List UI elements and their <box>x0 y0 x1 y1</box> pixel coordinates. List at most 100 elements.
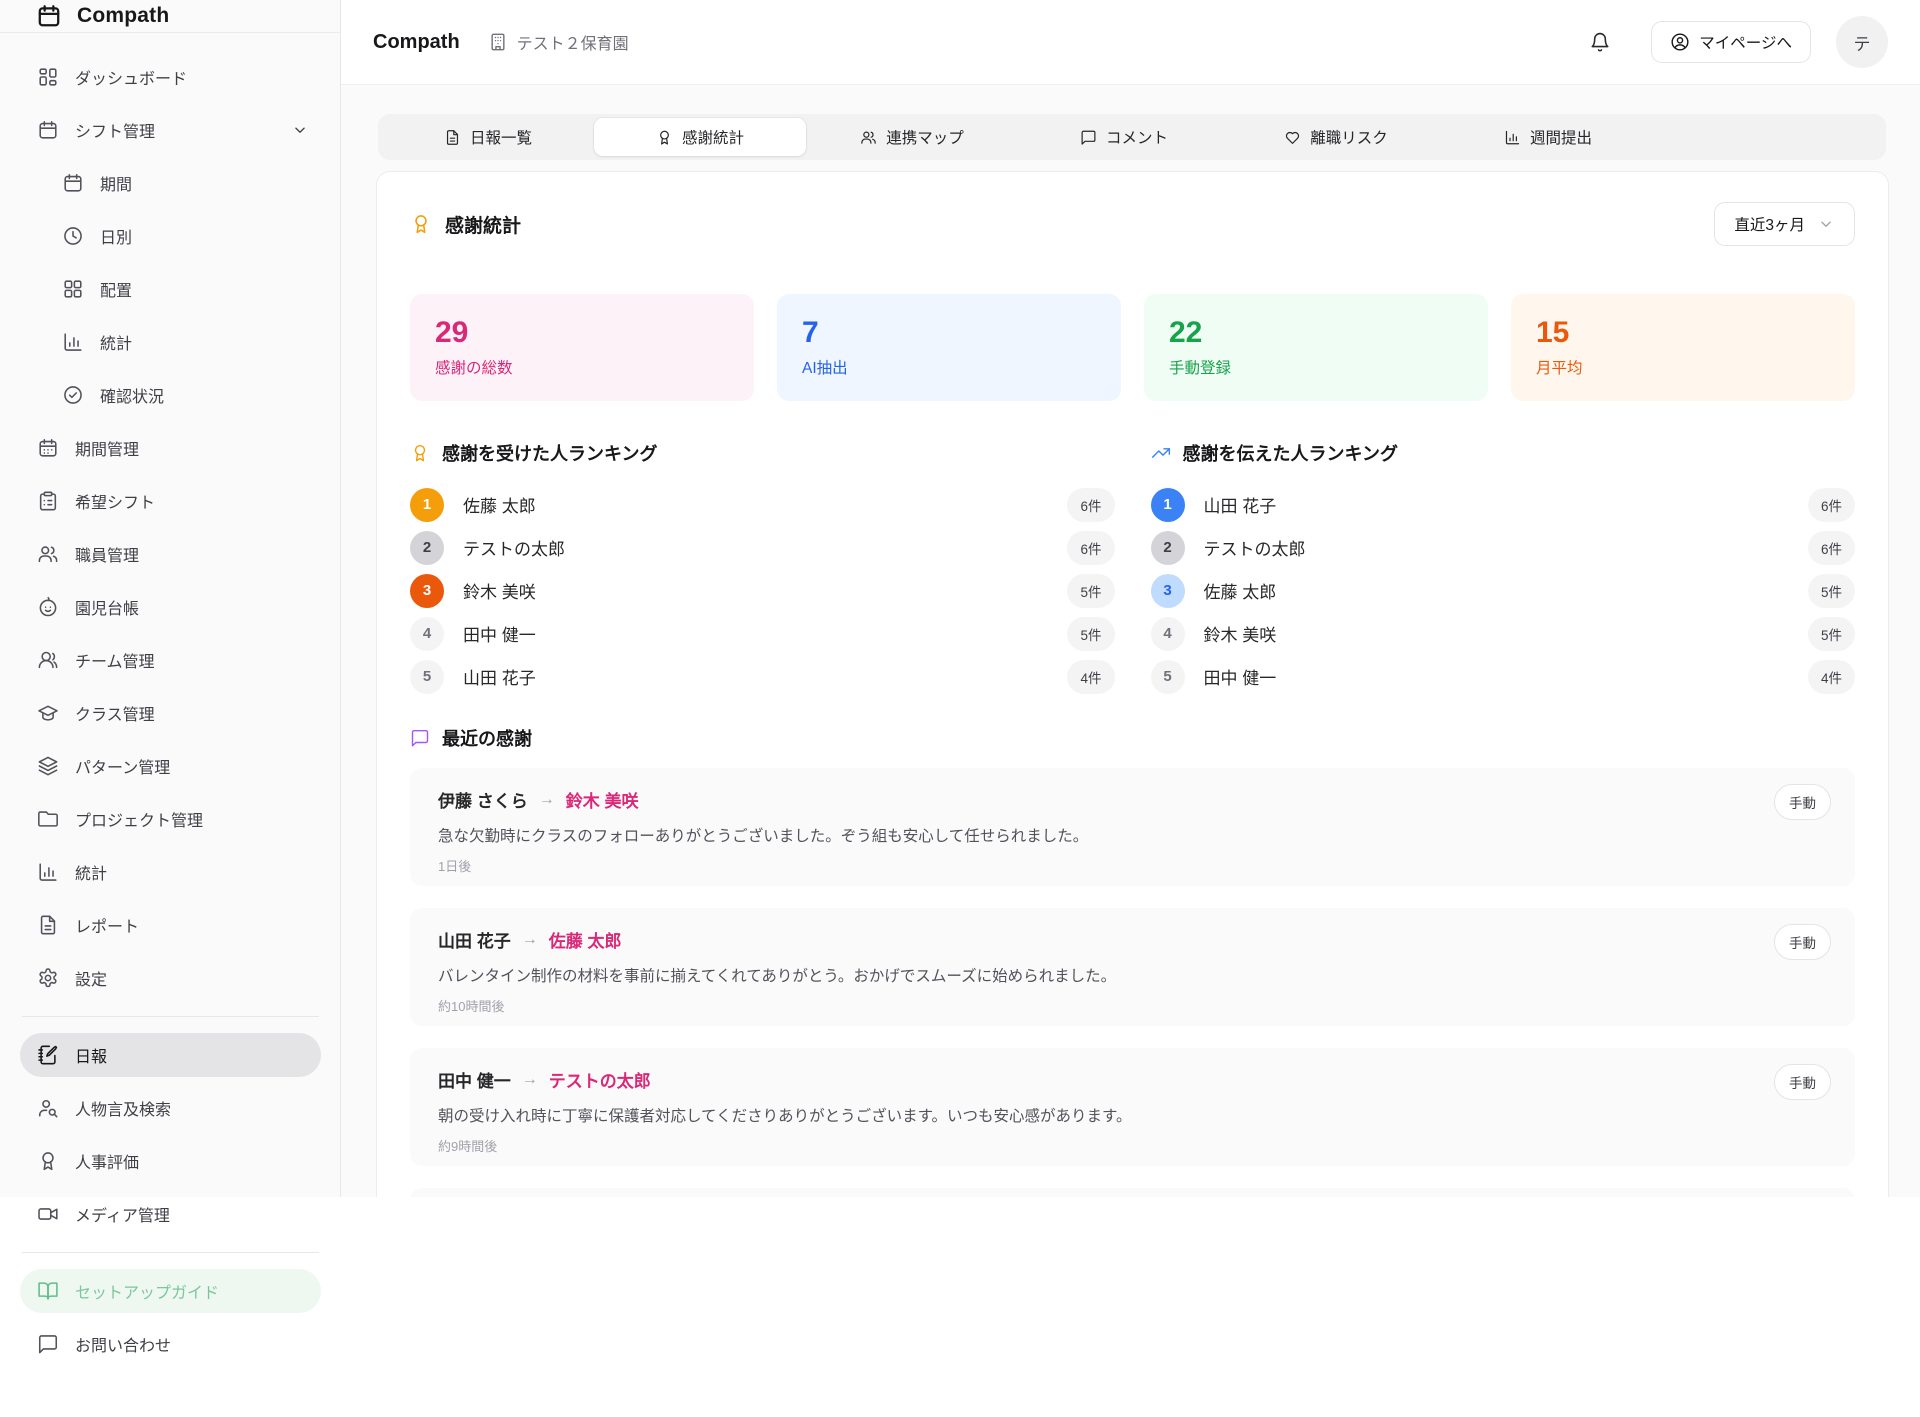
sidebar-item-class-management[interactable]: クラス管理 <box>20 691 321 735</box>
sidebar-item-hr-evaluation[interactable]: 人事評価 <box>20 1139 321 1183</box>
stat-label: AI抽出 <box>802 356 1096 378</box>
users-icon <box>37 543 59 565</box>
tab-label: 離職リスク <box>1310 126 1388 148</box>
stat-value: 29 <box>435 318 729 348</box>
given-ranking-title: 感謝を伝えた人ランキング <box>1183 440 1398 466</box>
rank-count-badge: 5件 <box>1067 574 1114 608</box>
rank-badge: 5 <box>1151 660 1185 694</box>
given-ranking-header: 感謝を伝えた人ランキング <box>1151 441 1856 465</box>
sidebar-item-label: 期間管理 <box>75 436 139 460</box>
rank-badge: 2 <box>410 531 444 565</box>
manual-badge: 手動 <box>1774 924 1831 960</box>
stat-value: 7 <box>802 318 1096 348</box>
stat-card-ai-extracted: 7 AI抽出 <box>777 294 1121 401</box>
tab-weekly-submission[interactable]: 週間提出 <box>1442 118 1654 156</box>
sidebar-item-label: 人物言及検索 <box>75 1096 171 1120</box>
tab-label: 週間提出 <box>1530 126 1592 148</box>
notifications-button[interactable] <box>1589 31 1611 53</box>
sidebar-item-label: 統計 <box>75 860 107 884</box>
sidebar-item-dashboard[interactable]: ダッシュボード <box>20 55 321 99</box>
rank-count-badge: 6件 <box>1808 531 1855 565</box>
sidebar-item-contact[interactable]: お問い合わせ <box>20 1322 321 1366</box>
avatar[interactable]: テ <box>1836 16 1888 68</box>
sidebar-item-staff-management[interactable]: 職員管理 <box>20 532 321 576</box>
sidebar-item-person-mention-search[interactable]: 人物言及検索 <box>20 1086 321 1130</box>
given-ranking-rows: 1山田 花子6件2テストの太郎6件3佐藤 太郎5件4鈴木 美咲5件5田中 健一4… <box>1151 483 1856 698</box>
sidebar-item-project-management[interactable]: プロジェクト管理 <box>20 797 321 841</box>
baby-icon <box>37 596 59 618</box>
gratitude-recipient: 鈴木 美咲 <box>566 787 639 812</box>
sidebar-item-pattern-management[interactable]: パターン管理 <box>20 744 321 788</box>
sidebar-item-label: シフト管理 <box>75 118 155 142</box>
rank-badge: 5 <box>410 660 444 694</box>
sidebar-item-shift-statistics[interactable]: 統計 <box>20 320 321 364</box>
sidebar-item-settings[interactable]: 設定 <box>20 956 321 1000</box>
sidebar-item-label: 日別 <box>100 224 132 248</box>
sidebar-item-period[interactable]: 期間 <box>20 161 321 205</box>
tab-label: 連携マップ <box>886 126 964 148</box>
arrow-right-icon: → <box>539 791 555 809</box>
stat-card-total: 29 感謝の総数 <box>410 294 754 401</box>
sidebar-item-daily[interactable]: 日別 <box>20 214 321 258</box>
sidebar-item-daily-report[interactable]: 日報 <box>20 1033 321 1077</box>
given-rank-row: 1山田 花子6件 <box>1151 483 1856 526</box>
given-rank-row: 5田中 健一4件 <box>1151 655 1856 698</box>
sidebar-item-child-register[interactable]: 園児台帳 <box>20 585 321 629</box>
sidebar-item-media-management[interactable]: メディア管理 <box>20 1192 321 1236</box>
tab-bar: 日報一覧 感謝統計 連携マップ コメント 離職リスク 週間提出 <box>378 114 1886 160</box>
file-text-icon <box>444 129 461 146</box>
received-ranking: 感謝を受けた人ランキング 1佐藤 太郎6件2テストの太郎6件3鈴木 美咲5件4田… <box>410 441 1115 698</box>
grid-icon <box>62 278 84 300</box>
stat-label: 感謝の総数 <box>435 356 729 378</box>
clipboard-icon <box>37 490 59 512</box>
arrow-right-icon: → <box>522 1071 538 1089</box>
tab-daily-report-list[interactable]: 日報一覧 <box>382 118 594 156</box>
rank-name: 田中 健一 <box>463 621 536 646</box>
gratitude-sender: 山田 花子 <box>438 927 511 952</box>
graduation-cap-icon <box>37 702 59 724</box>
tab-turnover-risk[interactable]: 離職リスク <box>1230 118 1442 156</box>
sidebar-item-statistics[interactable]: 統計 <box>20 850 321 894</box>
tab-gratitude-stats[interactable]: 感謝統計 <box>594 118 806 156</box>
sidebar-item-report[interactable]: レポート <box>20 903 321 947</box>
chart-icon <box>62 331 84 353</box>
received-rank-row: 3鈴木 美咲5件 <box>410 569 1115 612</box>
sidebar-item-period-management[interactable]: 期間管理 <box>20 426 321 470</box>
award-icon <box>656 129 673 146</box>
sidebar-nav: ダッシュボードシフト管理期間日別配置統計確認状況期間管理希望シフト職員管理園児台… <box>0 33 341 1415</box>
gratitude-timestamp: 約10時間後 <box>438 996 1827 1015</box>
gratitude-card: 山田 花子→佐藤 太郎バレンタイン制作の材料を事前に揃えてくれてありがとう。おか… <box>410 908 1855 1026</box>
rank-badge: 3 <box>1151 574 1185 608</box>
tab-comments[interactable]: コメント <box>1018 118 1230 156</box>
gear-icon <box>37 967 59 989</box>
rank-badge: 1 <box>1151 488 1185 522</box>
sidebar-item-shift-management[interactable]: シフト管理 <box>20 108 321 152</box>
sidebar-item-assignment[interactable]: 配置 <box>20 267 321 311</box>
sidebar-item-team-management[interactable]: チーム管理 <box>20 638 321 682</box>
stat-label: 月平均 <box>1536 356 1830 378</box>
gratitude-sender: 田中 健一 <box>438 1067 511 1092</box>
mypage-button[interactable]: マイページへ <box>1651 21 1811 63</box>
trending-up-icon <box>1151 443 1171 463</box>
app-logo-icon <box>36 3 62 29</box>
users-round-icon <box>37 649 59 671</box>
sidebar-item-label: 職員管理 <box>75 542 139 566</box>
sidebar-item-label: 希望シフト <box>75 489 155 513</box>
sidebar-item-label: お問い合わせ <box>75 1332 171 1356</box>
sidebar-item-label: 日報 <box>75 1043 107 1067</box>
rank-name: テストの太郎 <box>463 535 565 560</box>
message-square-icon <box>1080 129 1097 146</box>
sidebar-item-setup-guide[interactable]: セットアップガイド <box>20 1269 321 1313</box>
sidebar-item-shift-request[interactable]: 希望シフト <box>20 479 321 523</box>
check-circle-icon <box>62 384 84 406</box>
tab-label: 日報一覧 <box>470 126 532 148</box>
tab-collaboration-map[interactable]: 連携マップ <box>806 118 1018 156</box>
period-filter-dropdown[interactable]: 直近3ヶ月 <box>1714 202 1855 246</box>
message-square-icon <box>37 1333 59 1355</box>
sidebar-item-label: 人事評価 <box>75 1149 139 1173</box>
calendar-days-icon <box>37 437 59 459</box>
sidebar-item-confirmation-status[interactable]: 確認状況 <box>20 373 321 417</box>
message-square-icon <box>410 728 430 748</box>
chevron-down-icon <box>1817 215 1835 233</box>
rank-name: テストの太郎 <box>1204 535 1306 560</box>
